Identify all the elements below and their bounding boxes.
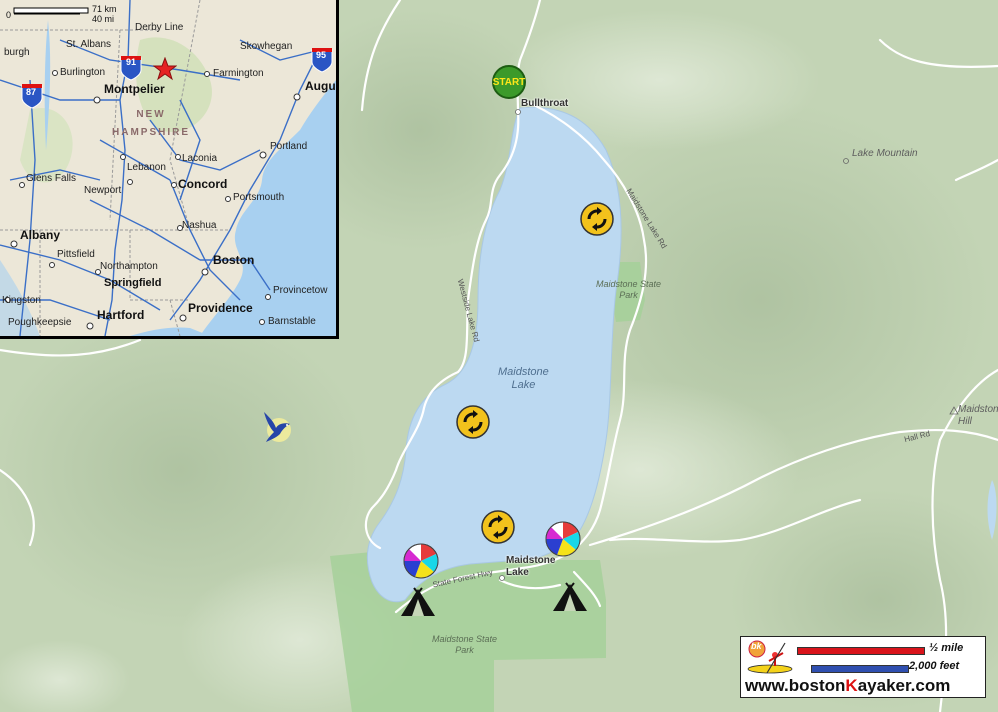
city-hartford: Hartford <box>97 308 145 322</box>
beach-ball-icon[interactable] <box>545 521 581 557</box>
city-derby-line: Derby Line <box>135 22 184 33</box>
city-portland: Portland <box>270 141 308 152</box>
red-star-icon <box>153 57 177 81</box>
place-maidstone-hill: Maidstone Hill <box>958 404 998 427</box>
place-bullthroat: Bullthroat <box>521 98 569 109</box>
state-label-new-hampshire: NEW HAMPSHIRE <box>112 109 191 138</box>
city-glens-falls: Glens Falls <box>26 173 77 184</box>
city-provincetown: Provincetow <box>273 285 328 296</box>
city-albany: Albany <box>20 228 61 242</box>
city-northampton: Northampton <box>100 261 158 272</box>
city-burgh: burgh <box>4 47 30 58</box>
city-st-albans: St. Albans <box>66 39 112 50</box>
feet-bar <box>811 665 909 673</box>
city-kingston: Kingston <box>2 295 41 306</box>
place-lake-mountain: Lake Mountain <box>852 148 918 159</box>
feet-label: 2,000 feet <box>909 660 960 672</box>
park-label-east: Maidstone State Park <box>596 279 662 300</box>
city-newport: Newport <box>84 185 122 196</box>
loop-icon[interactable] <box>580 202 614 236</box>
city-barnstable: Barnstable <box>268 316 316 327</box>
site-url-link[interactable]: www.bostonKayaker.com <box>745 676 950 696</box>
loop-icon[interactable] <box>456 405 490 439</box>
city-laconia: Laconia <box>182 153 218 164</box>
city-providence: Providence <box>188 301 253 315</box>
lake-label: Maidstone Lake <box>498 366 549 391</box>
url-suffix: ayaker.com <box>857 676 951 695</box>
city-burlington: Burlington <box>60 67 106 78</box>
loop-icon[interactable] <box>481 510 515 544</box>
scale-km: 71 km <box>92 4 117 14</box>
scale-zero: 0 <box>6 10 12 20</box>
city-nashua: Nashua <box>182 220 217 231</box>
city-concord: Concord <box>178 177 228 191</box>
beach-ball-icon[interactable] <box>403 543 439 579</box>
city-poughkeepsie: Poughkeepsie <box>8 317 72 328</box>
city-springfield: Springfield <box>104 277 162 289</box>
tent-icon[interactable] <box>551 582 589 612</box>
inset-locator-map[interactable]: 0 71 km 40 mi 91 95 87 NEW HAMPSHIRE Der… <box>0 0 339 339</box>
i91-shield-label: 91 <box>126 57 137 67</box>
city-lebanon: Lebanon <box>127 162 166 173</box>
park-label-south: Maidstone State Park <box>432 634 498 655</box>
city-portsmouth: Portsmouth <box>233 192 285 203</box>
city-augusta: Augu <box>305 79 336 93</box>
logo-text: bk <box>751 641 762 651</box>
half-mile-label: ½ mile <box>929 642 964 654</box>
scale-mi: 40 mi <box>92 14 115 24</box>
i87-shield-label: 87 <box>26 87 37 97</box>
i95-shield-label: 95 <box>316 50 327 60</box>
start-icon[interactable]: START <box>492 65 526 99</box>
url-k: K <box>845 676 858 695</box>
city-montpelier: Montpelier <box>104 82 165 96</box>
city-farmington: Farmington <box>213 68 264 79</box>
place-maidstone-lake: Maidstone Lake <box>506 555 556 578</box>
city-pittsfield: Pittsfield <box>57 249 95 260</box>
bird-icon[interactable] <box>260 410 296 446</box>
city-skowhegan: Skowhegan <box>240 41 293 52</box>
url-prefix: www.boston <box>745 676 846 695</box>
tent-icon[interactable] <box>399 587 437 617</box>
half-mile-bar <box>797 647 925 655</box>
scale-legend: bk ½ mile 2,000 feet www.bostonKayaker.c… <box>740 636 986 698</box>
city-boston: Boston <box>213 253 255 267</box>
